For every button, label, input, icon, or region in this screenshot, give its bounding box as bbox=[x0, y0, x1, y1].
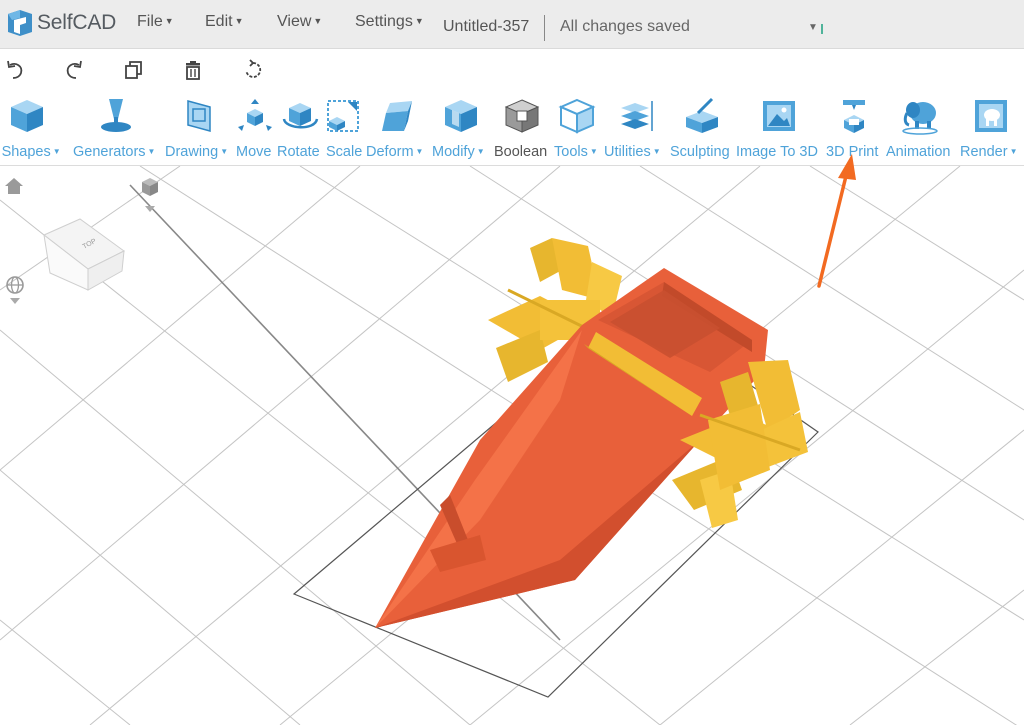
menu-view[interactable]: View ▼ bbox=[277, 13, 322, 31]
tool-scale[interactable]: Scale bbox=[324, 89, 364, 165]
image-icon bbox=[763, 101, 795, 131]
delete-icon[interactable] bbox=[182, 59, 204, 81]
tool-generators-label: Generators ▼ bbox=[73, 144, 156, 160]
tool-deform[interactable]: Deform ▼ bbox=[364, 89, 430, 165]
tool-3d-print-label: 3D Print bbox=[826, 144, 879, 160]
cube-icon bbox=[11, 100, 43, 132]
tool-3d-shapes-label: 3D Shapes▼ bbox=[0, 144, 61, 160]
copy-icon[interactable] bbox=[122, 59, 144, 81]
tool-render-label: Render ▼ bbox=[960, 144, 1018, 160]
tool-modify[interactable]: Modify ▼ bbox=[430, 89, 492, 165]
menu-view-label: View bbox=[277, 13, 312, 30]
scene-canvas[interactable] bbox=[0, 166, 1024, 725]
selfcad-logo-icon bbox=[8, 10, 32, 36]
tool-modify-label: Modify ▼ bbox=[432, 144, 485, 160]
menu-settings-label: Settings bbox=[355, 13, 413, 30]
save-status: All changes saved bbox=[560, 18, 690, 35]
tool-3d-shapes[interactable]: 3D Shapes▼ bbox=[0, 89, 70, 165]
title-divider bbox=[544, 15, 545, 41]
chevron-down-icon: ▼ bbox=[414, 16, 424, 26]
tool-scale-label: Scale bbox=[326, 144, 363, 160]
app-name: SelfCAD bbox=[37, 11, 117, 34]
menu-settings[interactable]: Settings ▼ bbox=[355, 13, 424, 31]
tool-move[interactable]: Move bbox=[234, 89, 276, 165]
sync-indicator bbox=[821, 24, 823, 34]
menu-bar: SelfCAD File ▼ Edit ▼ View ▼ Settings ▼ Unti… bbox=[0, 0, 1024, 49]
tool-generators[interactable]: Generators ▼ bbox=[70, 89, 162, 165]
selfcad-logo[interactable]: SelfCAD bbox=[4, 8, 116, 38]
reset-icon[interactable] bbox=[242, 59, 264, 81]
tool-image-to-3d-label: Image To 3D bbox=[736, 144, 818, 160]
tool-rotate[interactable]: Rotate bbox=[276, 89, 324, 165]
tool-animation[interactable]: Animation bbox=[884, 89, 958, 165]
scale-icon bbox=[327, 100, 359, 132]
action-bar bbox=[0, 49, 1024, 89]
view-cube[interactable]: TOP bbox=[40, 191, 130, 291]
chevron-down-icon: ▼ bbox=[313, 16, 323, 26]
redo-icon[interactable] bbox=[63, 59, 85, 81]
menu-edit[interactable]: Edit ▼ bbox=[205, 13, 244, 31]
tool-move-label: Move bbox=[236, 144, 272, 160]
utilities-icon bbox=[621, 101, 653, 131]
orbit-icon[interactable] bbox=[4, 274, 26, 306]
boolean-icon bbox=[504, 99, 540, 133]
tool-utilities[interactable]: Utilities ▼ bbox=[602, 89, 668, 165]
tool-drawing-label: Drawing ▼ bbox=[165, 144, 229, 160]
home-icon[interactable] bbox=[4, 176, 24, 196]
save-status-dropdown-icon[interactable]: ▼ bbox=[808, 22, 818, 33]
elephant-icon bbox=[902, 102, 938, 135]
tool-rotate-label: Rotate bbox=[277, 144, 320, 160]
move-icon bbox=[238, 99, 272, 131]
tool-tools-label: Tools ▼ bbox=[554, 144, 598, 160]
tool-image-to-3d[interactable]: Image To 3D bbox=[734, 89, 824, 165]
tool-3d-print[interactable]: 3D Print bbox=[824, 89, 884, 165]
deform-icon bbox=[382, 101, 412, 131]
tool-animation-label: Animation bbox=[886, 144, 951, 160]
drawing-icon bbox=[187, 100, 211, 132]
sculpting-icon bbox=[686, 97, 718, 133]
perspective-cube-icon[interactable] bbox=[140, 176, 160, 214]
tool-deform-label: Deform ▼ bbox=[366, 144, 424, 160]
generator-icon bbox=[101, 99, 131, 132]
tool-render[interactable]: Render ▼ bbox=[958, 89, 1024, 165]
3d-printer-icon bbox=[843, 100, 865, 133]
3d-viewport[interactable]: TOP bbox=[0, 166, 1024, 725]
tool-sculpting-label: Sculpting bbox=[670, 144, 730, 160]
main-toolbar: 3D Shapes▼ Generators▼ Drawing▼ Move bbox=[0, 89, 1024, 166]
menu-edit-label: Edit bbox=[205, 13, 233, 30]
chevron-down-icon: ▼ bbox=[164, 16, 174, 26]
tool-utilities-label: Utilities ▼ bbox=[604, 144, 661, 160]
rotate-icon bbox=[282, 103, 319, 129]
menu-file-label: File bbox=[137, 13, 163, 30]
menu-file[interactable]: File ▼ bbox=[137, 13, 174, 31]
tool-boolean[interactable]: Boolean bbox=[492, 89, 552, 165]
tool-drawing[interactable]: Drawing ▼ bbox=[162, 89, 234, 165]
render-icon bbox=[975, 100, 1007, 132]
modify-icon bbox=[445, 100, 477, 132]
chevron-down-icon: ▼ bbox=[234, 16, 244, 26]
tool-boolean-label: Boolean bbox=[494, 144, 548, 160]
tool-tools[interactable]: Tools ▼ bbox=[552, 89, 602, 165]
tool-sculpting[interactable]: Sculpting bbox=[668, 89, 734, 165]
document-title[interactable]: Untitled-357 bbox=[443, 18, 529, 36]
undo-icon[interactable] bbox=[4, 59, 26, 81]
tools-icon bbox=[558, 98, 596, 134]
